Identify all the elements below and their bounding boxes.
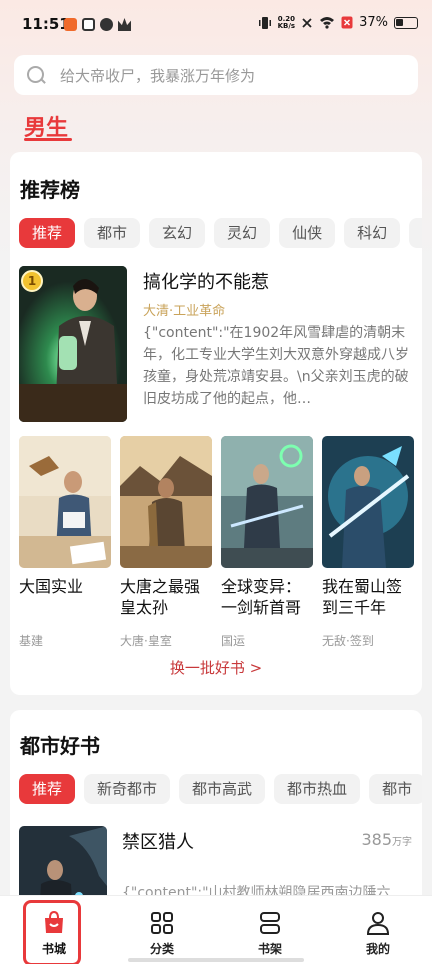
crown-icon: [118, 18, 131, 31]
home-indicator[interactable]: [128, 958, 304, 962]
bookshelf-icon: [257, 910, 283, 936]
selection-outline: [23, 900, 81, 964]
ranking-tabs: 推荐 都市 玄幻 灵幻 仙侠 科幻: [19, 218, 422, 248]
battery-icon: [394, 16, 418, 29]
book-cover: [221, 436, 313, 568]
tab-linghuan[interactable]: 灵幻: [214, 218, 271, 248]
book-title: 全球变异：一剑斩首哥: [221, 577, 302, 617]
status-time: 11:51: [22, 15, 70, 33]
book-cover: 1: [19, 266, 127, 422]
book-cover: [19, 436, 111, 568]
tab-city-martial[interactable]: 都市高武: [179, 774, 266, 804]
vibrate-icon: [258, 16, 271, 29]
book-tags: 大唐·皇室: [120, 634, 172, 648]
nav-profile[interactable]: 我的: [324, 896, 432, 964]
book-tags: 无敌·签到: [322, 634, 374, 648]
book-tags: 大清·工业革命: [143, 304, 226, 319]
section-title: 推荐榜: [20, 178, 80, 202]
tab-city[interactable]: 都市: [84, 218, 141, 248]
tab-scifi[interactable]: 科幻: [344, 218, 401, 248]
search-bar[interactable]: 给大帝收尸，我暴涨万年修为: [14, 55, 418, 95]
top-book[interactable]: 1 搞化学的不能惹 大清·工业革命 {"content":"在1902年风雪肆虐…: [19, 266, 413, 424]
book-title: 大国实业: [19, 577, 84, 596]
tab-xuanhuan[interactable]: 玄幻: [149, 218, 206, 248]
nav-bookshelf[interactable]: 书架: [216, 896, 324, 964]
nav-label: 分类: [149, 942, 174, 956]
nav-category[interactable]: 分类: [108, 896, 216, 964]
tab-xianxia[interactable]: 仙侠: [279, 218, 336, 248]
sim-error-icon: [341, 16, 353, 29]
tab-city-more[interactable]: 都市: [369, 774, 422, 804]
tab-recommend[interactable]: 推荐: [19, 774, 76, 804]
book-item[interactable]: 大唐之最强皇太孙 大唐·皇室: [120, 436, 212, 649]
notification-icon: [100, 18, 113, 31]
nav-label: 书架: [257, 942, 282, 956]
book-item[interactable]: 大国实业 基建: [19, 436, 111, 649]
search-placeholder: 给大帝收尸，我暴涨万年修为: [60, 66, 256, 85]
tab-novel-city[interactable]: 新奇都市: [84, 774, 171, 804]
battery-percent: 37%: [359, 15, 388, 30]
city-tabs: 推荐 新奇都市 都市高武 都市热血 都市: [19, 774, 422, 804]
word-count: 385万字: [361, 830, 412, 849]
book-grid: 大国实业 基建 大唐之最强皇太孙 大唐·皇室 全球变异：一剑斩首哥 国运 我在蜀…: [19, 436, 414, 649]
book-description: {"content":"在1902年风雪肆虐的清朝末年，化工专业大学生刘大双意外…: [143, 325, 409, 407]
book-title: 禁区猎人: [122, 832, 194, 853]
book-title: 搞化学的不能惹: [143, 272, 269, 293]
profile-icon: [365, 910, 391, 936]
search-icon: [26, 65, 46, 85]
book-cover: [120, 436, 212, 568]
book-cover: [322, 436, 414, 568]
tab-recommend[interactable]: 推荐: [19, 218, 76, 248]
tab-more[interactable]: [409, 218, 422, 248]
notification-icon: [82, 18, 95, 31]
tab-indicator: [24, 138, 72, 141]
category-icon: [149, 910, 175, 936]
rank-badge: 1: [21, 270, 43, 292]
book-tags: 基建: [19, 634, 44, 648]
book-item[interactable]: 我在蜀山签到三千年 无敌·签到: [322, 436, 414, 649]
book-title: 我在蜀山签到三千年: [322, 577, 403, 617]
book-item[interactable]: 全球变异：一剑斩首哥 国运: [221, 436, 313, 649]
book-tags: 国运: [221, 634, 246, 648]
nav-label: 我的: [365, 942, 390, 956]
section-title: 都市好书: [20, 734, 100, 758]
refresh-button[interactable]: 换一批好书 >: [10, 657, 422, 678]
signal-off-icon: [302, 17, 312, 28]
tab-city-action[interactable]: 都市热血: [274, 774, 361, 804]
book-title: 大唐之最强皇太孙: [120, 577, 201, 617]
ranking-section: 推荐榜 推荐 都市 玄幻 灵幻 仙侠 科幻 1 搞化学的不能惹 大清·工业革命 …: [10, 152, 422, 695]
net-speed: 0.20 KB/s: [277, 14, 296, 30]
notification-icon: [64, 18, 77, 31]
wifi-icon: [320, 17, 335, 29]
status-bar: 11:51 0.20 KB/s 37%: [0, 0, 432, 52]
